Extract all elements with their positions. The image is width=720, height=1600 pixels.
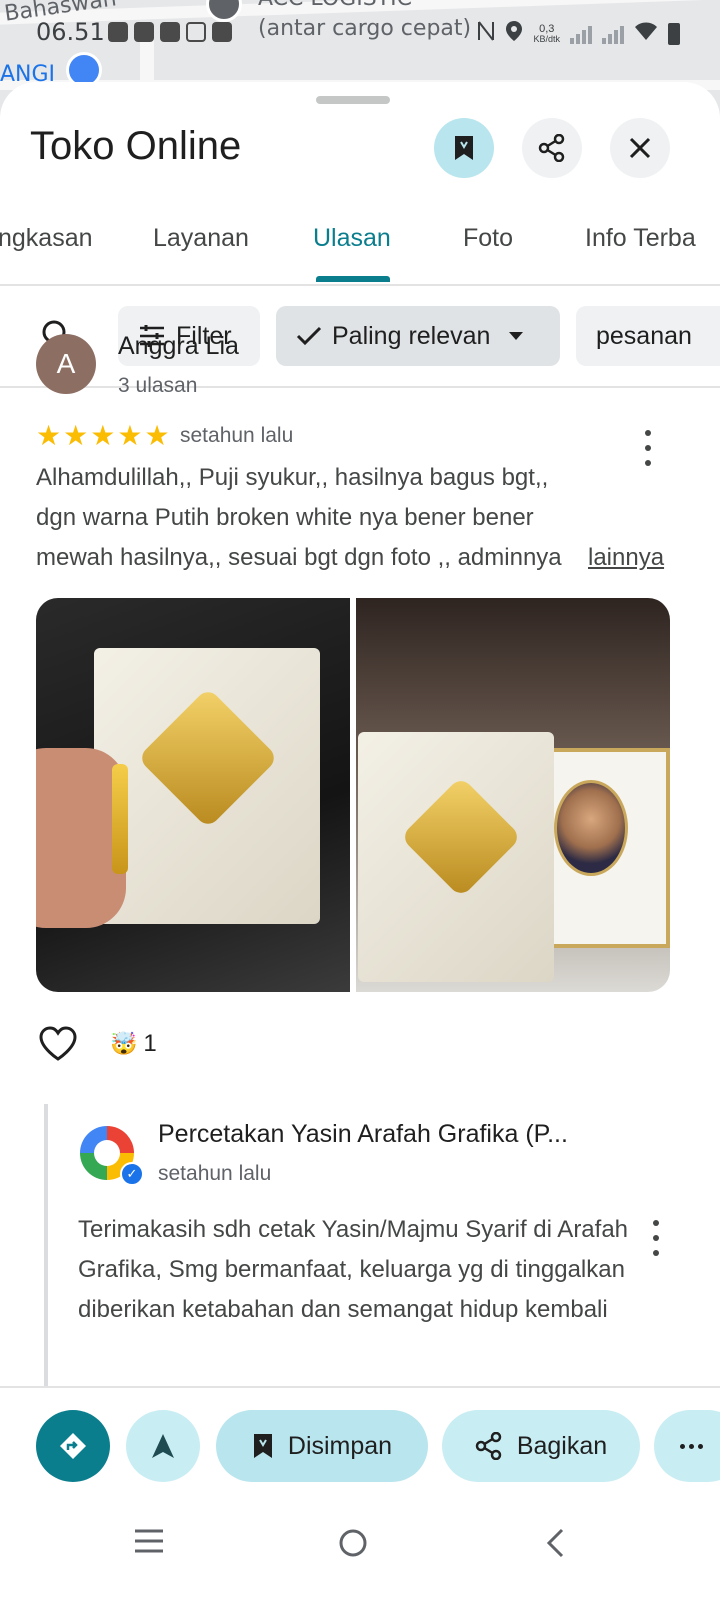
signal-icon [602, 24, 624, 44]
navigation-arrow-icon [152, 1434, 174, 1458]
star-icon: ★ [144, 420, 170, 451]
review-filter-row: Filter Paling relevan pesanan [0, 304, 720, 388]
reaction-count: 1 [143, 1030, 157, 1057]
nfc-icon [477, 20, 495, 47]
directions-button[interactable] [36, 1410, 110, 1482]
page-title: Toko Online [30, 124, 242, 168]
bookmark-icon [455, 136, 473, 160]
sort-chip[interactable]: Paling relevan [276, 306, 560, 366]
tab-bar: ngkasan Layanan Ulasan Foto Info Terba [0, 202, 720, 286]
share-icon [475, 1432, 502, 1460]
review-time: setahun lalu [180, 424, 294, 447]
home-button[interactable] [338, 1528, 368, 1563]
mind-blown-emoji-icon: 🤯 [110, 1031, 138, 1056]
tab-active-indicator [316, 276, 390, 282]
status-bar: 06.51 0,3 KB/dtk [0, 14, 720, 50]
sort-label: Paling relevan [332, 321, 491, 350]
owner-name: Percetakan Yasin Arafah Grafika (P... [158, 1120, 568, 1148]
reaction-summary[interactable]: 🤯 1 [110, 1030, 157, 1058]
divider [0, 386, 720, 388]
signal-icon [570, 24, 592, 44]
back-chevron-icon [546, 1528, 564, 1558]
tab-reviews[interactable]: Ulasan [313, 224, 391, 253]
bookmark-icon [253, 1434, 272, 1458]
system-navigation-bar [0, 1500, 720, 1600]
owner-reply-text: Terimakasih sdh cetak Yasin/Majmu Syarif… [78, 1216, 629, 1323]
share-label: Bagikan [516, 1431, 608, 1460]
avatar[interactable]: A [36, 334, 96, 394]
like-button[interactable] [38, 1026, 78, 1067]
action-bar: Disimpan Bagikan [0, 1386, 720, 1500]
saved-button[interactable]: Disimpan [216, 1410, 428, 1482]
battery-icon [668, 22, 680, 45]
notification-icons [108, 22, 232, 42]
recent-apps-button[interactable] [134, 1528, 164, 1559]
star-icon: ★ [90, 420, 116, 451]
close-icon [629, 137, 651, 159]
facebook-icon [108, 22, 128, 42]
network-speed: 0,3 KB/dtk [533, 22, 560, 44]
read-more-link[interactable]: lainnya [588, 538, 664, 578]
more-horizontal-icon [680, 1443, 703, 1449]
tab-photos[interactable]: Foto [463, 224, 513, 253]
close-button[interactable] [610, 118, 670, 178]
tab-updates[interactable]: Info Terba [585, 224, 696, 253]
directions-icon [60, 1433, 86, 1459]
review-photo[interactable] [36, 598, 350, 992]
portrait-image [554, 780, 628, 876]
status-time: 06.51 [36, 18, 105, 46]
home-circle-icon [339, 1529, 367, 1557]
system-icons: 0,3 KB/dtk [477, 20, 680, 47]
share-button[interactable] [522, 118, 582, 178]
chevron-down-icon [509, 332, 524, 340]
verified-badge-icon: ✓ [120, 1162, 144, 1186]
save-button[interactable] [434, 118, 494, 178]
tab-services[interactable]: Layanan [153, 224, 249, 253]
star-icon: ★ [63, 420, 89, 451]
wifi-icon [634, 21, 658, 46]
reply-indent-bar [44, 1104, 48, 1404]
share-action-button[interactable]: Bagikan [442, 1410, 640, 1482]
star-icon: ★ [36, 420, 62, 451]
share-icon [538, 134, 565, 162]
reviewer-review-count: 3 ulasan [118, 374, 198, 397]
location-icon [505, 20, 523, 47]
screen-icon [186, 22, 206, 42]
drag-handle[interactable] [316, 96, 390, 104]
owner-reply-time: setahun lalu [158, 1162, 272, 1185]
saved-label: Disimpan [287, 1431, 393, 1460]
menu-icon [135, 1529, 163, 1553]
map-label: ACC LOGISTIC [258, 0, 412, 11]
back-button[interactable] [544, 1528, 566, 1563]
review-text: Alhamdulillah,, Puji syukur,, hasilnya b… [36, 464, 562, 571]
app-notification-icon [134, 22, 154, 42]
start-navigation-button[interactable] [126, 1410, 200, 1482]
star-icon: ★ [117, 420, 143, 451]
reviewer-name[interactable]: Anggra Lia [118, 332, 239, 361]
review-text-container: Alhamdulillah,, Puji syukur,, hasilnya b… [36, 458, 676, 578]
check-icon [296, 326, 322, 346]
topic-chip[interactable]: pesanan [576, 306, 720, 366]
mail-icon [212, 22, 232, 42]
chatgpt-icon [160, 22, 180, 42]
more-actions-button[interactable] [654, 1410, 720, 1482]
star-rating: ★ ★ ★ ★ ★ [36, 422, 170, 450]
tassel-image [112, 764, 128, 874]
topic-label: pesanan [596, 321, 692, 350]
review-photo[interactable] [356, 598, 670, 992]
tab-overview[interactable]: ngkasan [0, 224, 93, 253]
heart-icon [39, 1026, 77, 1061]
